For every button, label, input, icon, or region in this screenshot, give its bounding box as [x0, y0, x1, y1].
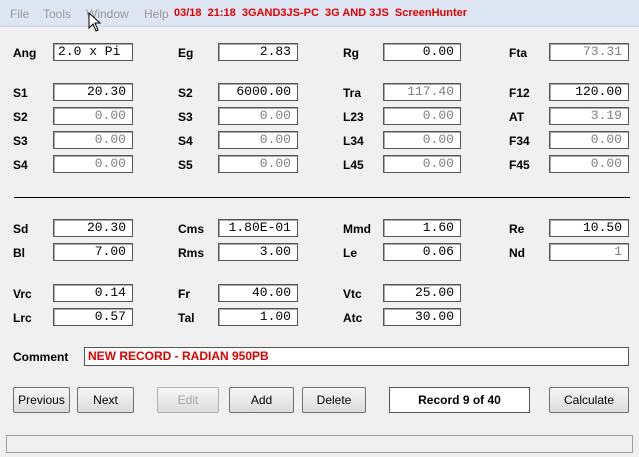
delete-button[interactable]: Delete: [302, 387, 366, 413]
label-vrc: Vrc: [13, 287, 32, 301]
menu-tools[interactable]: Tools: [43, 7, 71, 21]
l23-field[interactable]: 0.00: [383, 107, 461, 125]
tal-field[interactable]: 1.00: [218, 308, 298, 326]
fr-field[interactable]: 40.00: [218, 284, 298, 302]
label-s1: S1: [13, 86, 28, 100]
l34-field[interactable]: 0.00: [383, 131, 461, 149]
f34-field[interactable]: 0.00: [549, 131, 629, 149]
label-fr: Fr: [178, 287, 190, 301]
label-l23: L23: [343, 110, 364, 124]
label-atc: Atc: [343, 311, 363, 325]
add-button[interactable]: Add: [229, 387, 294, 413]
label-l34: L34: [343, 134, 364, 148]
s4-field[interactable]: 0.00: [53, 155, 133, 173]
label-le: Le: [343, 246, 358, 260]
nd-field[interactable]: 1: [549, 243, 629, 261]
mmd-field[interactable]: 1.60: [383, 219, 461, 237]
label-fta: Fta: [509, 46, 527, 60]
next-button[interactable]: Next: [77, 387, 134, 413]
label-vtc: Vtc: [343, 287, 362, 301]
label-cms: Cms: [178, 222, 205, 236]
s4-b-field[interactable]: 0.00: [218, 131, 298, 149]
s1-field[interactable]: 20.30: [53, 83, 133, 101]
eg-field[interactable]: 2.83: [218, 43, 298, 61]
label-s4-b: S4: [178, 134, 193, 148]
label-s2: S2: [13, 110, 28, 124]
label-f34: F34: [509, 134, 530, 148]
re-field[interactable]: 10.50: [549, 219, 629, 237]
previous-button[interactable]: Previous: [13, 387, 70, 413]
s5-field[interactable]: 0.00: [218, 155, 298, 173]
label-l45: L45: [343, 158, 364, 172]
s3-field[interactable]: 0.00: [53, 131, 133, 149]
mouse-cursor-icon: [88, 12, 102, 32]
lrc-field[interactable]: 0.57: [53, 308, 133, 326]
f45-field[interactable]: 0.00: [549, 155, 629, 173]
edit-button[interactable]: Edit: [157, 387, 219, 413]
label-re: Re: [509, 222, 525, 236]
l45-field[interactable]: 0.00: [383, 155, 461, 173]
label-rms: Rms: [178, 246, 205, 260]
sd-field[interactable]: 20.30: [53, 219, 133, 237]
label-mmd: Mmd: [343, 222, 371, 236]
vtc-field[interactable]: 25.00: [383, 284, 461, 302]
record-indicator: Record 9 of 40: [389, 387, 530, 413]
label-f45: F45: [509, 158, 530, 172]
comment-field[interactable]: NEW RECORD - RADIAN 950PB: [84, 347, 629, 366]
label-bl: Bl: [13, 246, 25, 260]
menu-help[interactable]: Help: [144, 7, 169, 21]
cms-field[interactable]: 1.80E-01: [218, 219, 298, 237]
label-s3: S3: [13, 134, 28, 148]
label-tal: Tal: [178, 311, 195, 325]
label-eg: Eg: [178, 46, 194, 60]
f12-field[interactable]: 120.00: [549, 83, 629, 101]
title-bar-text: 03/18 21:18 3GAND3JS-PC 3G AND 3JS Scree…: [174, 7, 468, 19]
label-f12: F12: [509, 86, 530, 100]
le-field[interactable]: 0.06: [383, 243, 461, 261]
atc-field[interactable]: 30.00: [383, 308, 461, 326]
rms-field[interactable]: 3.00: [218, 243, 298, 261]
s2-b-field[interactable]: 6000.00: [218, 83, 298, 101]
label-ang: Ang: [13, 46, 37, 60]
at-field: 3.19: [549, 107, 629, 125]
s2-field[interactable]: 0.00: [53, 107, 133, 125]
section-divider: [14, 197, 630, 198]
vrc-field[interactable]: 0.14: [53, 284, 133, 302]
bl-field[interactable]: 7.00: [53, 243, 133, 261]
rg-field[interactable]: 0.00: [383, 43, 461, 61]
label-lrc: Lrc: [13, 311, 32, 325]
label-nd: Nd: [509, 246, 525, 260]
label-s5: S5: [178, 158, 193, 172]
label-sd: Sd: [13, 222, 29, 236]
fta-field: 73.31: [549, 43, 629, 61]
menu-file[interactable]: File: [10, 7, 29, 21]
status-bar: [6, 435, 633, 453]
label-s2-b: S2: [178, 86, 193, 100]
label-s3-b: S3: [178, 110, 193, 124]
menu-bar: File Tools Window Help 03/18 21:18 3GAND…: [0, 0, 639, 32]
label-rg: Rg: [343, 46, 359, 60]
label-comment: Comment: [13, 350, 69, 364]
s3-b-field[interactable]: 0.00: [218, 107, 298, 125]
label-tra: Tra: [343, 86, 362, 100]
tra-field: 117.40: [383, 83, 461, 101]
label-at: AT: [509, 110, 525, 124]
calculate-button[interactable]: Calculate: [549, 387, 629, 413]
ang-field[interactable]: 2.0 x Pi: [53, 43, 133, 61]
label-s4: S4: [13, 158, 28, 172]
